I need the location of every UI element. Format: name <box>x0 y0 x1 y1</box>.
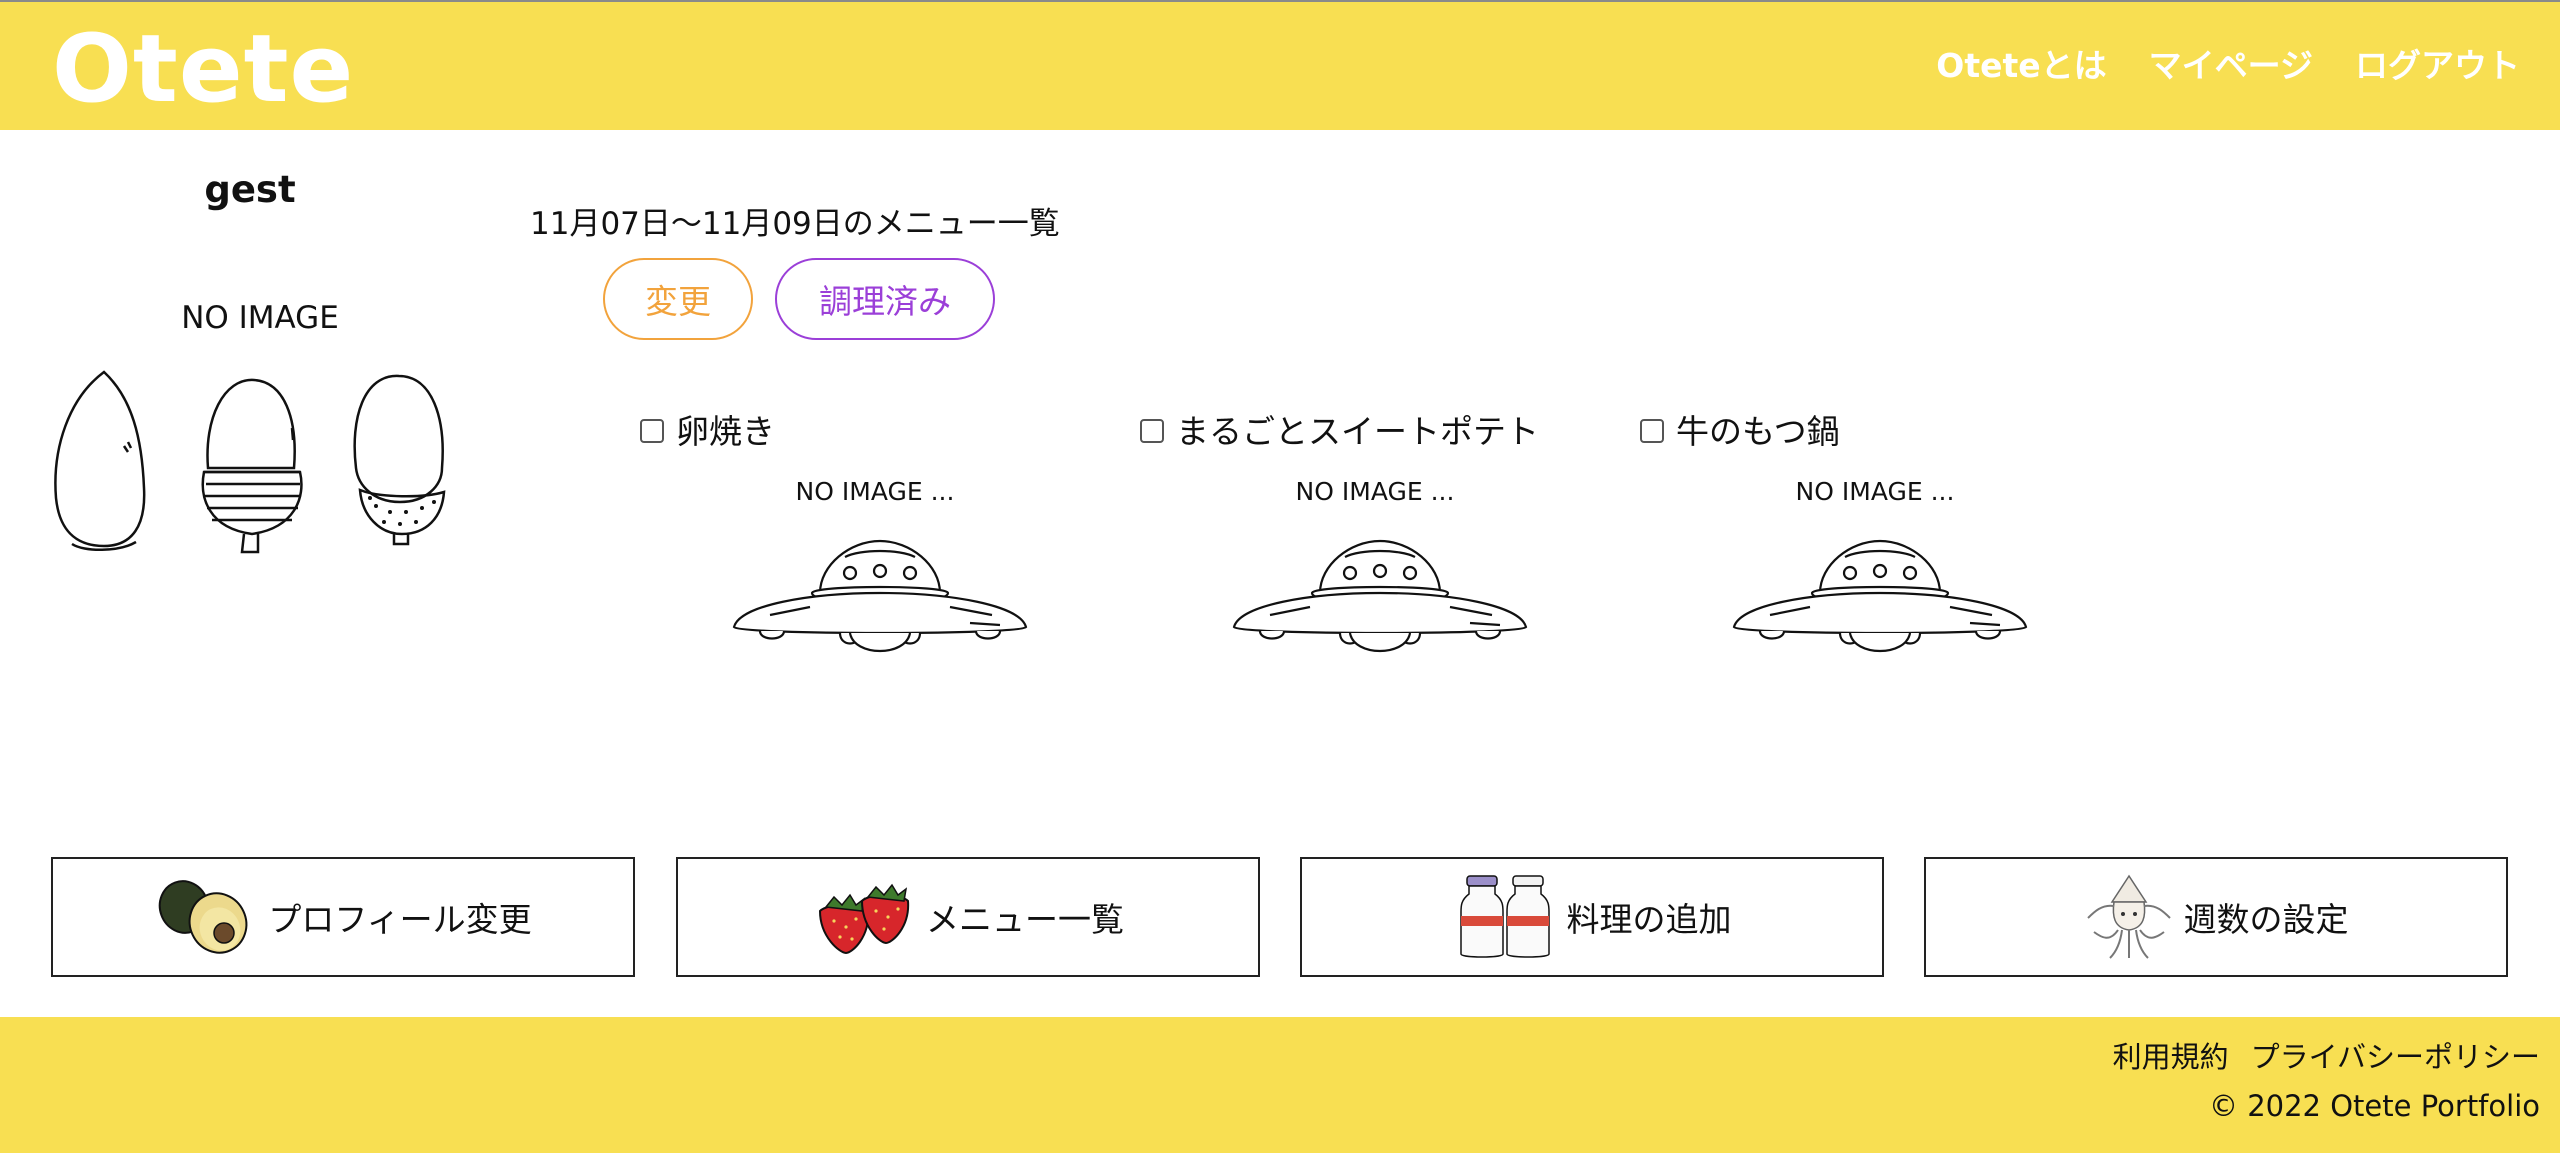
logo[interactable]: Otete <box>52 10 354 130</box>
dish-checkbox[interactable] <box>1640 419 1664 443</box>
change-button[interactable]: 変更 <box>603 258 753 340</box>
nav-mypage-link[interactable]: マイページ <box>2149 44 2313 88</box>
dish-name: 卵焼き <box>676 412 775 451</box>
profile-image-placeholder: NO IMAGE <box>181 300 339 336</box>
week-setting-button[interactable]: 週数の設定 <box>1924 857 2508 977</box>
ufo-icon <box>1232 539 1528 652</box>
terms-link[interactable]: 利用規約 <box>2113 1034 2229 1076</box>
nav-logout-link[interactable]: ログアウト <box>2355 44 2520 88</box>
dish-checkbox[interactable] <box>640 419 664 443</box>
menu-period-title: 11月07日〜11月09日のメニュー一覧 <box>530 206 1060 242</box>
username: gest <box>204 168 296 211</box>
dish-image-placeholder: NO IMAGE ... <box>795 477 955 506</box>
header-nav: Oteteとは マイページ ログアウト <box>1936 44 2520 88</box>
dish-name: 牛のもつ鍋 <box>1676 412 1840 451</box>
dish-card: 牛のもつ鍋 NO IMAGE ... <box>1640 405 2110 665</box>
add-dish-button[interactable]: 料理の追加 <box>1300 857 1884 977</box>
dish-card: まるごとスイートポテト NO IMAGE ... <box>1140 405 1610 665</box>
dish-image-placeholder: NO IMAGE ... <box>1295 477 1455 506</box>
footer: 利用規約 プライバシーポリシー © 2022 Otete Portfolio <box>0 1017 2560 1153</box>
strawberry-icon <box>818 883 910 955</box>
milk-bottle-icon <box>1459 875 1550 958</box>
nav-about-link[interactable]: Oteteとは <box>1936 44 2106 88</box>
dish-image-placeholder: NO IMAGE ... <box>1795 477 1955 506</box>
add-dish-label: 料理の追加 <box>1566 900 1732 939</box>
squid-icon <box>2086 874 2171 959</box>
dish-name: まるごとスイートポテト <box>1176 412 1539 451</box>
cooked-button[interactable]: 調理済み <box>775 258 995 340</box>
dish-checkbox[interactable] <box>1140 419 1164 443</box>
footer-links: 利用規約 プライバシーポリシー <box>2113 1034 2540 1076</box>
privacy-policy-link[interactable]: プライバシーポリシー <box>2251 1034 2540 1076</box>
profile-edit-button[interactable]: プロフィール変更 <box>51 857 635 977</box>
week-setting-label: 週数の設定 <box>2183 900 2349 939</box>
ufo-icon <box>1732 539 2028 652</box>
menu-list-button[interactable]: メニュー一覧 <box>676 857 1260 977</box>
avocado-icon <box>159 880 248 954</box>
ufo-icon <box>732 539 1028 652</box>
profile-edit-label: プロフィール変更 <box>268 900 532 939</box>
copyright: © 2022 Otete Portfolio <box>2208 1089 2540 1123</box>
menu-list-label: メニュー一覧 <box>926 900 1124 939</box>
header: Otete Oteteとは マイページ ログアウト <box>0 0 2560 130</box>
dish-card: 卵焼き NO IMAGE ... <box>640 405 1110 665</box>
acorn-illustration <box>54 370 446 554</box>
